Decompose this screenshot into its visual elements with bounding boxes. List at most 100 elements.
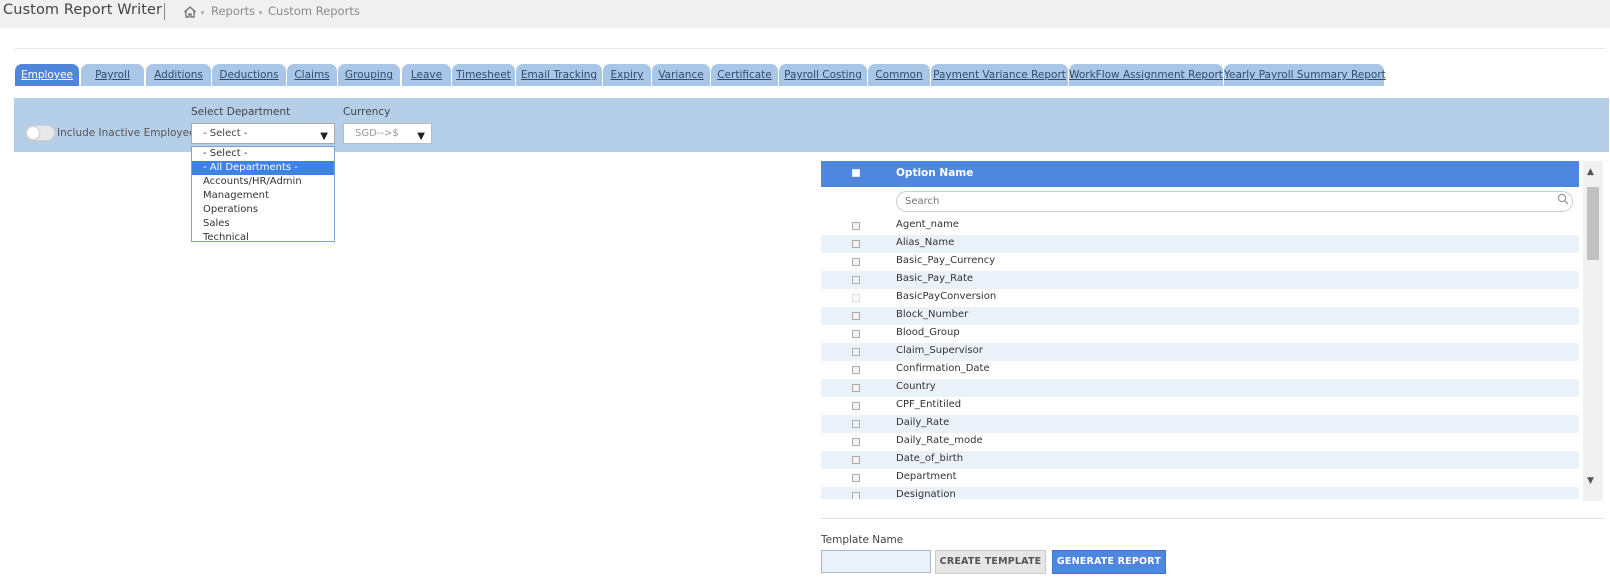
divider [821, 518, 1605, 519]
option-name: Block_Number [896, 309, 969, 320]
option-row[interactable]: Designation [821, 487, 1579, 499]
option-row[interactable]: Agent_name [821, 217, 1579, 235]
tab-timesheet[interactable]: Timesheet [452, 64, 515, 86]
option-checkbox[interactable] [852, 402, 860, 410]
option-checkbox[interactable] [852, 348, 860, 356]
option-list-header: Option Name [821, 161, 1579, 187]
search-row [821, 187, 1579, 217]
tab-deductions[interactable]: Deductions [212, 64, 286, 86]
department-select[interactable]: - Select - ▼ [191, 123, 335, 144]
app-header: Custom Report Writer Reports Custom Repo… [0, 0, 1610, 28]
breadcrumb-separator [259, 11, 262, 14]
toggle-knob [27, 127, 39, 139]
option-row[interactable]: Daily_Rate [821, 415, 1579, 433]
department-option[interactable]: - All Departments - [192, 161, 334, 175]
breadcrumb-reports[interactable]: Reports [211, 4, 255, 18]
option-checkbox[interactable] [852, 330, 860, 338]
option-name: Country [896, 381, 936, 392]
tab-leave[interactable]: Leave [402, 64, 451, 86]
option-checkbox[interactable] [852, 474, 860, 482]
department-option[interactable]: Technical [192, 231, 334, 241]
option-name: Claim_Supervisor [896, 345, 983, 356]
tab-email-tracking[interactable]: Email Tracking [516, 64, 602, 86]
option-name: Basic_Pay_Currency [896, 255, 996, 266]
department-label: Select Department [191, 106, 291, 118]
generate-report-button[interactable]: GENERATE REPORT [1052, 550, 1166, 574]
tab-grouping[interactable]: Grouping [338, 64, 400, 86]
option-checkbox[interactable] [852, 438, 860, 446]
option-row[interactable]: Country [821, 379, 1579, 397]
title-divider [164, 3, 165, 20]
option-checkbox[interactable] [852, 420, 860, 428]
tab-common[interactable]: Common [868, 64, 930, 86]
template-name-input[interactable] [821, 550, 931, 573]
divider [15, 48, 1605, 49]
option-name: Daily_Rate [896, 417, 950, 428]
include-inactive-toggle[interactable] [25, 125, 55, 141]
currency-select[interactable]: SGD-->$ ▼ [343, 123, 432, 144]
option-checkbox[interactable] [852, 366, 860, 374]
tab-payment-variance-report[interactable]: Payment Variance Report [931, 64, 1068, 86]
tab-workflow-assignment-report[interactable]: WorkFlow Assignment Report [1069, 64, 1223, 86]
tab-yearly-payroll-summary-report[interactable]: Yearly Payroll Summary Report [1224, 64, 1386, 86]
option-row[interactable]: Department [821, 469, 1579, 487]
option-name: CPF_Entitiled [896, 399, 962, 410]
option-row[interactable]: Basic_Pay_Currency [821, 253, 1579, 271]
option-list-panel: Option Name Agent_name Alias_Name Basic_Pa… [821, 161, 1603, 501]
option-row[interactable]: Basic_Pay_Rate [821, 271, 1579, 289]
option-name: Basic_Pay_Rate [896, 273, 974, 284]
tab-additions[interactable]: Additions [146, 64, 211, 86]
option-row[interactable]: Alias_Name [821, 235, 1579, 253]
option-row[interactable]: CPF_Entitiled [821, 397, 1579, 415]
department-option[interactable]: - Select - [192, 147, 334, 161]
tab-employee[interactable]: Employee [15, 64, 79, 86]
option-name: Blood_Group [896, 327, 960, 338]
select-all-checkbox[interactable] [852, 169, 860, 177]
department-option[interactable]: Accounts/HR/Admin [192, 175, 334, 189]
main-content: Employee Payroll Additions Deductions Cl… [0, 28, 1610, 585]
option-checkbox[interactable] [852, 276, 860, 284]
option-checkbox[interactable] [852, 492, 860, 499]
department-dropdown-list: - Select -- All Departments - Accounts/HR… [191, 146, 335, 242]
currency-label: Currency [343, 106, 391, 118]
option-checkbox[interactable] [852, 294, 860, 302]
option-checkbox[interactable] [852, 258, 860, 266]
option-row[interactable]: Confirmation_Date [821, 361, 1579, 379]
option-checkbox[interactable] [852, 384, 860, 392]
option-row[interactable]: Claim_Supervisor [821, 343, 1579, 361]
option-name: Agent_name [896, 219, 959, 230]
create-template-button[interactable]: CREATE TEMPLATE [935, 550, 1046, 574]
option-checkbox[interactable] [852, 240, 860, 248]
option-row[interactable]: Block_Number [821, 307, 1579, 325]
option-row[interactable]: Blood_Group [821, 325, 1579, 343]
option-name: Confirmation_Date [896, 363, 990, 374]
home-icon[interactable] [183, 5, 197, 19]
option-search-input[interactable] [896, 191, 1573, 212]
option-list-scrollbar[interactable]: ▲ ▼ [1583, 161, 1603, 501]
department-option[interactable]: Operations [192, 203, 334, 217]
option-checkbox[interactable] [852, 312, 860, 320]
option-name: Designation [896, 489, 956, 499]
department-option[interactable]: Sales [192, 217, 334, 231]
breadcrumb-separator [201, 11, 204, 14]
option-row[interactable]: Daily_Rate_mode [821, 433, 1579, 451]
option-checkbox[interactable] [852, 456, 860, 464]
tab-expiry[interactable]: Expiry [603, 64, 651, 86]
tab-payroll-costing[interactable]: Payroll Costing [779, 64, 867, 86]
scroll-down-icon[interactable]: ▼ [1587, 476, 1594, 486]
option-name: BasicPayConversion [896, 291, 997, 302]
department-option[interactable]: Management [192, 189, 334, 203]
scroll-thumb[interactable] [1587, 187, 1599, 260]
option-row[interactable]: BasicPayConversion [821, 289, 1579, 307]
scroll-up-icon[interactable]: ▲ [1587, 167, 1594, 177]
breadcrumb-custom-reports[interactable]: Custom Reports [268, 4, 360, 18]
dropdown-arrow-icon: ▼ [417, 131, 425, 142]
tab-claims[interactable]: Claims [287, 64, 337, 86]
page-title: Custom Report Writer [3, 2, 163, 18]
option-checkbox[interactable] [852, 222, 860, 230]
option-row[interactable]: Date_of_birth [821, 451, 1579, 469]
tab-payroll[interactable]: Payroll [81, 64, 144, 86]
tab-variance[interactable]: Variance [652, 64, 710, 86]
tab-certificate[interactable]: Certificate [711, 64, 778, 86]
option-name: Alias_Name [896, 237, 955, 248]
